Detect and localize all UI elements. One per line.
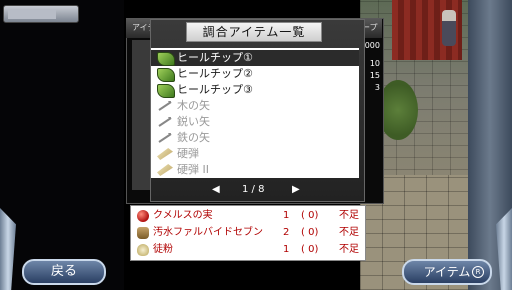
list-item-label: 木の矢 [177,99,210,112]
material-status: 不足 [339,227,359,238]
list-item[interactable]: 硬弾 II [151,162,359,178]
list-item[interactable]: 木の矢 [151,98,359,114]
item-button-badge: R [472,266,484,278]
arrow-icon [158,101,172,111]
tree [378,80,418,140]
material-owned: ( 0) [301,227,319,238]
list-item-label: 鉄の矢 [177,131,210,144]
prev-page-button[interactable]: ◀ [212,184,220,195]
background-column [132,40,150,190]
list-item-label: 硬弾 II [177,163,209,176]
material-owned: ( 0) [301,210,319,221]
material-qty: 1 [283,210,290,221]
page-indicator: 1 / 8 [242,184,265,195]
green-chip-icon [157,68,175,82]
list-item-label: ヒールチップ③ [177,83,253,96]
required-materials-box: クメルスの実 1 ( 0) 不足 汚水ファルバイドセブン 2 ( 0) 不足 徒… [130,205,366,261]
material-qty: 1 [283,244,290,255]
material-status: 不足 [339,210,359,221]
list-item-label: ヒールチップ② [177,67,253,80]
left-dark-area [0,0,124,290]
bullet-icon [157,148,173,160]
list-item[interactable]: ヒールチップ② [151,66,359,82]
player-name-bar [3,5,79,23]
pager: ◀ 1 / 8 ▶ [150,182,363,198]
material-qty: 2 [283,227,290,238]
berry-icon [137,210,149,222]
arrow-icon [158,117,172,127]
material-owned: ( 0) [301,244,319,255]
craft-item-list[interactable]: ヒールチップ① ヒールチップ② ヒールチップ③ 木の矢 鋭い矢 鉄の矢 硬弾 硬… [151,48,359,178]
green-chip-icon [157,84,175,98]
green-chip-icon [157,52,175,66]
bottle-icon [137,227,149,239]
item-button-label: アイテム [423,265,471,279]
list-item[interactable]: ヒールチップ③ [151,82,359,98]
list-item[interactable]: 鋭い矢 [151,114,359,130]
arrow-icon [158,133,172,143]
item-button[interactable]: アイテム R [402,259,492,285]
material-name: クメルスの実 [153,210,213,221]
list-item[interactable]: ヒールチップ① [151,50,359,66]
next-page-button[interactable]: ▶ [292,184,300,195]
window-title: 調合アイテム一覧 [186,22,322,42]
material-row: 汚水ファルバイドセブン 2 ( 0) 不足 [131,225,365,241]
material-row: クメルスの実 1 ( 0) 不足 [131,208,365,224]
list-item-label: 硬弾 [177,147,199,160]
material-name: 徒粉 [153,244,173,255]
list-item[interactable]: 鉄の矢 [151,130,359,146]
player-character [442,10,456,46]
back-button[interactable]: 戻る [22,259,106,285]
bullet-icon [157,164,173,176]
powder-icon [137,244,149,256]
material-status: 不足 [339,244,359,255]
list-item-label: ヒールチップ① [177,51,253,64]
list-item-label: 鋭い矢 [177,115,210,128]
list-item[interactable]: 硬弾 [151,146,359,162]
material-name: 汚水ファルバイドセブン [153,227,263,238]
player-name-blurred [8,9,56,19]
material-row: 徒粉 1 ( 0) 不足 [131,242,365,258]
